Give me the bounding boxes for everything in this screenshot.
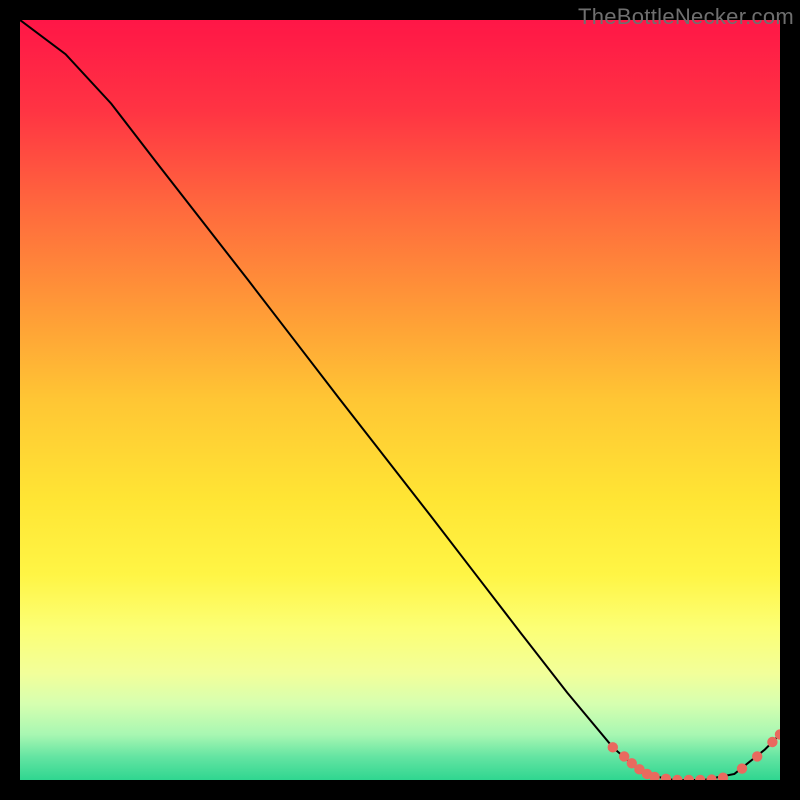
data-marker <box>752 751 762 761</box>
watermark-text: TheBottleNecker.com <box>578 4 794 30</box>
data-marker <box>767 737 777 747</box>
data-marker <box>608 742 618 752</box>
chart-frame <box>20 20 780 780</box>
bottleneck-chart <box>20 20 780 780</box>
data-marker <box>737 763 747 773</box>
